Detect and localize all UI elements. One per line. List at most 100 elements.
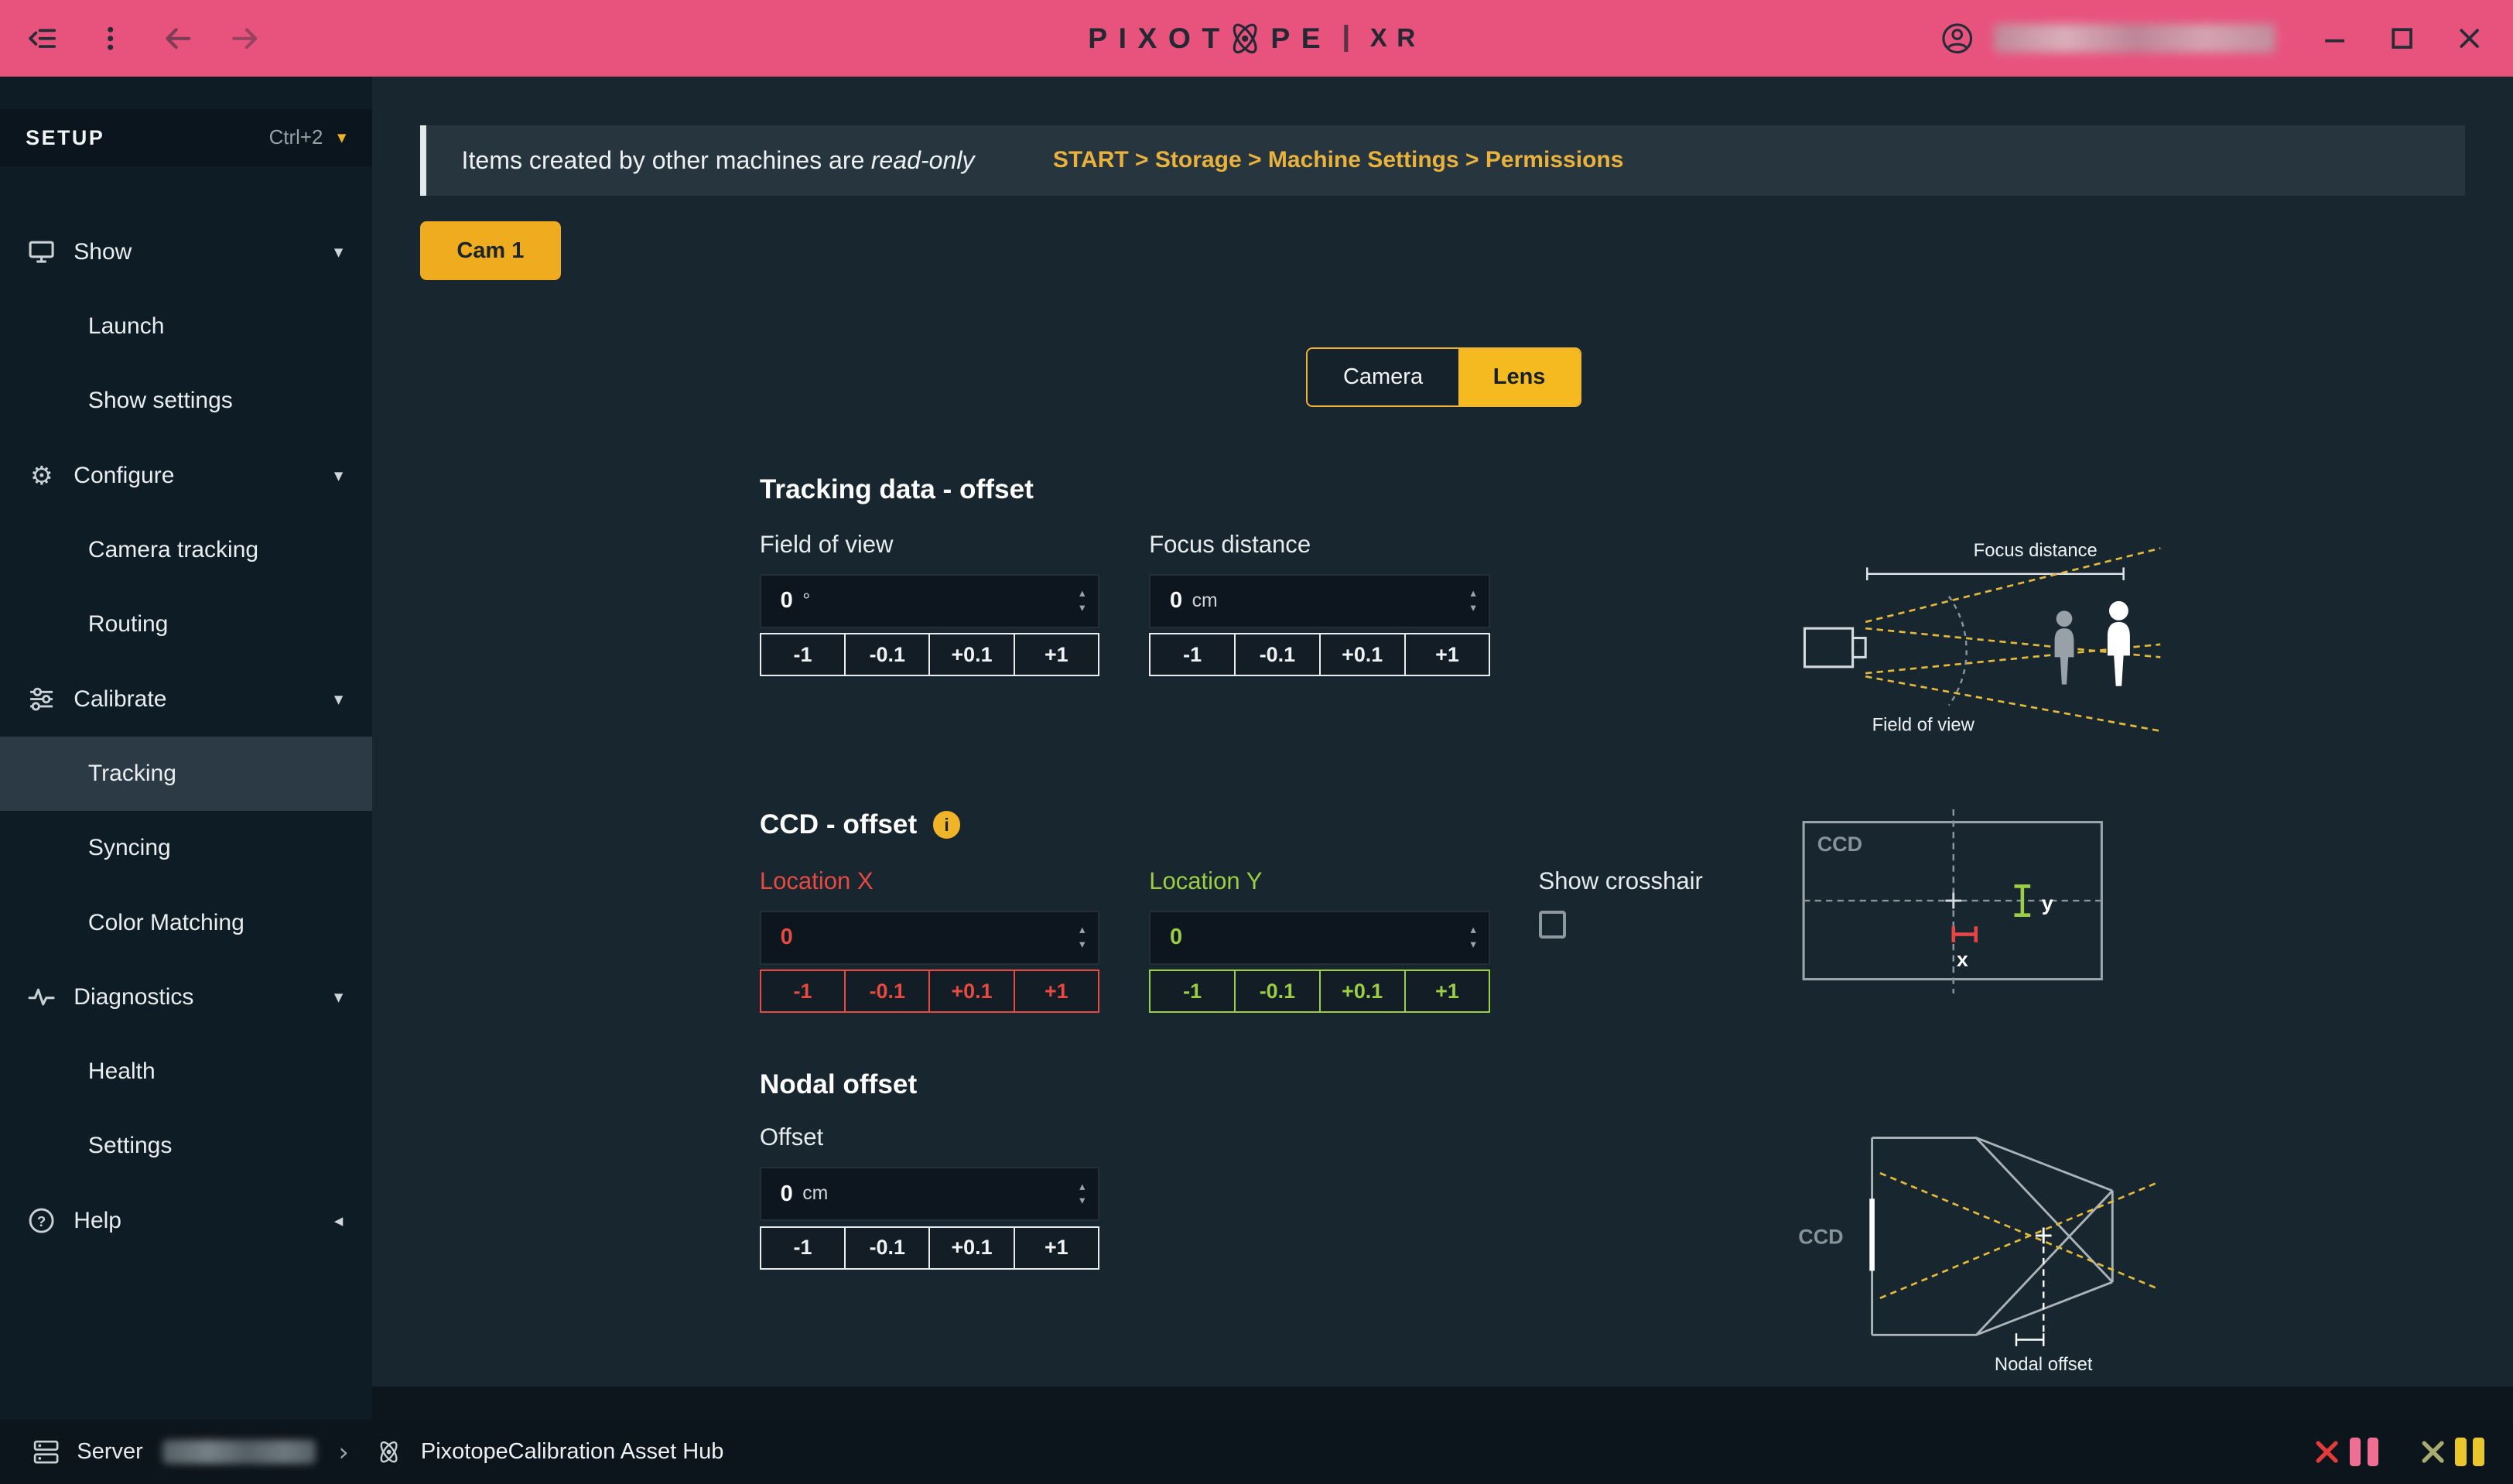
status-pause-bar[interactable] bbox=[2350, 1438, 2361, 1466]
sidebar-item-color-matching[interactable]: Color Matching bbox=[0, 885, 372, 959]
info-icon[interactable]: i bbox=[933, 811, 960, 838]
step-minus-0-1-button[interactable]: -0.1 bbox=[844, 1226, 930, 1270]
camera-lens-toggle: Camera Lens bbox=[1306, 347, 1581, 407]
location-y-input[interactable]: 0 ▴▾ bbox=[1149, 911, 1490, 965]
sidebar-item-routing[interactable]: Routing bbox=[0, 587, 372, 662]
step-plus-0-1-button[interactable]: +0.1 bbox=[1319, 633, 1406, 676]
step-plus-1-button[interactable]: +1 bbox=[1014, 1226, 1099, 1270]
server-label[interactable]: Server bbox=[77, 1439, 142, 1465]
status-pause-bar[interactable] bbox=[2368, 1438, 2378, 1466]
forward-arrow-icon[interactable] bbox=[227, 21, 263, 56]
step-plus-1-button[interactable]: +1 bbox=[1014, 969, 1099, 1013]
diagram-field-of-view-label: Field of view bbox=[1872, 715, 1975, 736]
setup-dropdown[interactable]: SETUP Ctrl+2 ▾ bbox=[0, 109, 372, 167]
field-of-view-input[interactable]: 0 ° ▴▾ bbox=[760, 574, 1099, 628]
spinner-arrows[interactable]: ▴▾ bbox=[1471, 912, 1476, 963]
focus-distance-input[interactable]: 0 cm ▴▾ bbox=[1149, 574, 1490, 628]
main-area: Items created by other machines areread-… bbox=[372, 77, 2513, 1420]
step-plus-0-1-button[interactable]: +0.1 bbox=[928, 969, 1014, 1013]
sidebar-item-camera-tracking[interactable]: Camera tracking bbox=[0, 513, 372, 587]
status-pause-bar[interactable] bbox=[2455, 1438, 2466, 1466]
atom-icon bbox=[1226, 19, 1264, 58]
spinner-arrows[interactable]: ▴▾ bbox=[1079, 576, 1085, 627]
sidebar-item-label: Diagnostics bbox=[74, 984, 193, 1010]
step-minus-1-button[interactable]: -1 bbox=[1149, 969, 1236, 1013]
spinner-arrows[interactable]: ▴▾ bbox=[1079, 1168, 1085, 1219]
location-x-input[interactable]: 0 ▴▾ bbox=[760, 911, 1099, 965]
sidebar-item-label: Routing bbox=[88, 611, 168, 638]
setup-label: SETUP bbox=[26, 126, 104, 150]
setup-shortcut: Ctrl+2 bbox=[269, 127, 323, 149]
focus-distance-value: 0 bbox=[1170, 588, 1182, 614]
maximize-button[interactable] bbox=[2385, 21, 2420, 56]
step-plus-0-1-button[interactable]: +0.1 bbox=[928, 1226, 1014, 1270]
sidebar-item-label: Health bbox=[88, 1058, 156, 1085]
nodal-offset-title: Nodal offset bbox=[760, 1069, 917, 1100]
sidebar-item-label: Configure bbox=[74, 463, 174, 489]
sidebar-item-help[interactable]: ? Help ◂ bbox=[0, 1184, 372, 1258]
sidebar-item-show[interactable]: Show ▾ bbox=[0, 215, 372, 289]
spinner-arrows[interactable]: ▴▾ bbox=[1079, 912, 1085, 963]
logo-text-right: PE bbox=[1270, 22, 1332, 55]
show-icon bbox=[26, 238, 57, 265]
sidebar-item-syncing[interactable]: Syncing bbox=[0, 811, 372, 885]
minimize-button[interactable] bbox=[2317, 21, 2353, 56]
collapse-sidebar-icon[interactable] bbox=[26, 21, 61, 56]
breadcrumb[interactable]: START > Storage > Machine Settings > Per… bbox=[1053, 147, 1624, 173]
step-minus-0-1-button[interactable]: -0.1 bbox=[844, 633, 930, 676]
back-arrow-icon[interactable] bbox=[160, 21, 196, 56]
sidebar-item-health[interactable]: Health bbox=[0, 1034, 372, 1109]
step-minus-1-button[interactable]: -1 bbox=[1149, 633, 1236, 676]
status-stop-icon-olive[interactable] bbox=[2417, 1436, 2449, 1468]
step-plus-0-1-button[interactable]: +0.1 bbox=[1319, 969, 1406, 1013]
step-plus-1-button[interactable]: +1 bbox=[1404, 633, 1491, 676]
nodal-offset-group: Offset 0 cm ▴▾ -1 -0.1 +0.1 +1 bbox=[760, 1123, 1099, 1269]
sidebar-item-calibrate[interactable]: Calibrate ▾ bbox=[0, 662, 372, 736]
close-button[interactable] bbox=[2452, 21, 2487, 56]
sidebar-item-launch[interactable]: Launch bbox=[0, 289, 372, 364]
account-icon[interactable] bbox=[1939, 21, 1974, 56]
sidebar-item-tracking[interactable]: Tracking bbox=[0, 737, 372, 811]
sliders-icon bbox=[26, 686, 57, 713]
step-plus-1-button[interactable]: +1 bbox=[1404, 969, 1491, 1013]
cam1-tab[interactable]: Cam 1 bbox=[420, 221, 561, 281]
statusbar: Server › PixotopeCalibration Asset Hub bbox=[0, 1420, 2513, 1484]
asset-hub-label[interactable]: PixotopeCalibration Asset Hub bbox=[421, 1439, 724, 1465]
fov-diagram: Focus distance bbox=[1795, 535, 2163, 740]
tab-lens[interactable]: Lens bbox=[1458, 349, 1580, 405]
nodal-offset-value: 0 bbox=[781, 1181, 793, 1207]
field-of-view-unit: ° bbox=[802, 590, 810, 612]
nodal-offset-input[interactable]: 0 cm ▴▾ bbox=[760, 1167, 1099, 1221]
show-crosshair-checkbox[interactable] bbox=[1539, 911, 1566, 938]
gray-person-figure bbox=[2055, 610, 2074, 684]
spinner-arrows[interactable]: ▴▾ bbox=[1471, 576, 1476, 627]
step-minus-0-1-button[interactable]: -0.1 bbox=[1234, 633, 1321, 676]
sidebar-item-show-settings[interactable]: Show settings bbox=[0, 364, 372, 438]
sidebar-item-configure[interactable]: ⚙ Configure ▾ bbox=[0, 438, 372, 512]
step-plus-0-1-button[interactable]: +0.1 bbox=[928, 633, 1014, 676]
step-minus-1-button[interactable]: -1 bbox=[760, 633, 846, 676]
ccd-offset-title: CCD - offset bbox=[760, 809, 917, 840]
sidebar-item-label: Show settings bbox=[88, 388, 233, 414]
step-minus-0-1-button[interactable]: -0.1 bbox=[844, 969, 930, 1013]
status-stop-icon-red[interactable] bbox=[2311, 1436, 2343, 1468]
step-plus-1-button[interactable]: +1 bbox=[1014, 633, 1099, 676]
location-y-value: 0 bbox=[1170, 925, 1182, 950]
nodal-offset-label: Offset bbox=[760, 1123, 1099, 1152]
step-minus-1-button[interactable]: -1 bbox=[760, 969, 846, 1013]
sidebar-item-settings[interactable]: Settings bbox=[0, 1109, 372, 1183]
diagram-focus-distance-label: Focus distance bbox=[1974, 540, 2098, 561]
tab-camera[interactable]: Camera bbox=[1308, 349, 1458, 405]
status-pause-bar[interactable] bbox=[2473, 1438, 2484, 1466]
step-minus-1-button[interactable]: -1 bbox=[760, 1226, 846, 1270]
step-minus-0-1-button[interactable]: -0.1 bbox=[1234, 969, 1321, 1013]
sidebar-item-diagnostics[interactable]: Diagnostics ▾ bbox=[0, 960, 372, 1034]
status-indicators bbox=[2311, 1436, 2484, 1468]
titlebar: PIXOT PE XR bbox=[0, 0, 2513, 77]
banner-accent-stripe bbox=[420, 125, 426, 196]
field-of-view-value: 0 bbox=[781, 588, 793, 614]
location-x-label: Location X bbox=[760, 867, 1099, 896]
logo-divider bbox=[1345, 25, 1348, 52]
menu-dots-icon[interactable] bbox=[93, 21, 128, 56]
chevron-down-icon: ▾ bbox=[334, 987, 343, 1007]
